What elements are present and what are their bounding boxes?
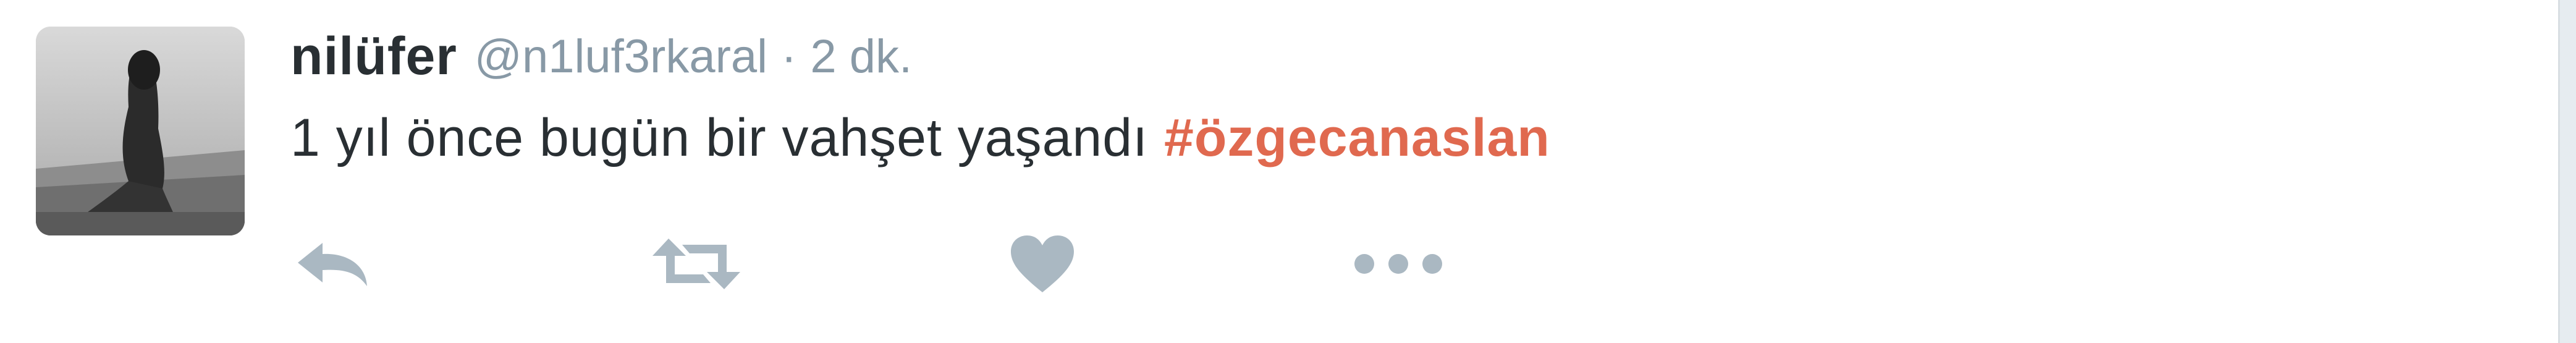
tweet-body: 1 yıl önce bugün bir vahşet yaşandı (290, 108, 1148, 167)
tweet-header: nilüfer @n1luf3rkaral · 2 dk. (290, 22, 912, 90)
reply-icon (298, 243, 367, 286)
tweet-timestamp[interactable]: 2 dk. (810, 30, 912, 83)
reply-button[interactable] (293, 230, 373, 298)
tweet-card[interactable]: nilüfer @n1luf3rkaral · 2 dk. 1 yıl önce… (0, 0, 2576, 343)
scrollbar-track[interactable] (2558, 0, 2576, 343)
avatar[interactable] (36, 27, 245, 235)
tweet-text: 1 yıl önce bugün bir vahşet yaşandı #özg… (290, 104, 1550, 172)
tweet-actions (290, 230, 1526, 298)
retweet-icon (652, 239, 740, 289)
heart-icon (1011, 235, 1074, 292)
hashtag-link[interactable]: #özgecanaslan (1164, 108, 1550, 169)
more-button[interactable] (1352, 230, 1445, 298)
meta-separator: · (781, 30, 797, 83)
more-icon (1354, 254, 1442, 274)
retweet-button[interactable] (650, 230, 743, 298)
author-handle[interactable]: @n1luf3rkaral (475, 30, 767, 83)
like-button[interactable] (1008, 230, 1076, 298)
author-name[interactable]: nilüfer (290, 26, 457, 87)
profile-photo-icon (36, 27, 245, 235)
